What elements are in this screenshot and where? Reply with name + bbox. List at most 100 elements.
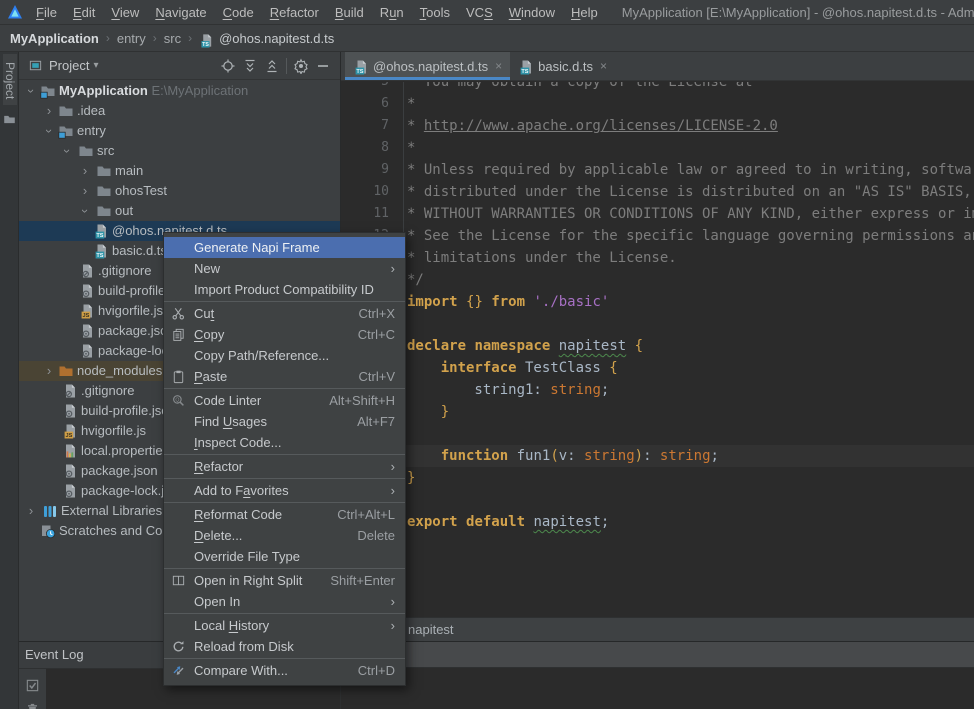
- context-menu: Generate Napi FrameNew›Import Product Co…: [163, 232, 406, 686]
- chevron-expanded-icon[interactable]: ›: [57, 144, 77, 158]
- menu-help[interactable]: Help: [563, 3, 606, 22]
- shortcut-hint: Alt+F7: [357, 411, 395, 432]
- close-icon[interactable]: ×: [600, 59, 607, 73]
- context-item-new[interactable]: New›: [164, 258, 405, 279]
- mark-read-button[interactable]: [25, 678, 40, 693]
- context-item-reload-from-disk[interactable]: Reload from Disk: [164, 636, 405, 657]
- module-folder-icon: [58, 123, 74, 139]
- menu-file[interactable]: File: [28, 3, 65, 22]
- close-icon[interactable]: ×: [495, 59, 502, 73]
- editor-body[interactable]: 5* You may obtain a copy of the License …: [341, 82, 974, 617]
- menu-navigate[interactable]: Navigate: [147, 3, 214, 22]
- breadcrumb-item-src[interactable]: src: [164, 31, 181, 46]
- shortcut-hint: Ctrl+V: [359, 366, 395, 387]
- tab-basic-d-ts[interactable]: TSbasic.d.ts×: [510, 52, 615, 80]
- editor-breadcrumb-item[interactable]: napitest: [408, 622, 454, 637]
- code-text: *: [407, 137, 415, 159]
- menu-run[interactable]: Run: [372, 3, 412, 22]
- chevron-expanded-icon[interactable]: ›: [39, 124, 59, 138]
- locate-button[interactable]: [217, 55, 239, 77]
- menu-build[interactable]: Build: [327, 3, 372, 22]
- breadcrumb: MyApplication›entry›src›TS@ohos.napitest…: [0, 25, 974, 52]
- ts-file-icon: TS: [199, 33, 214, 48]
- breadcrumb-item-entry[interactable]: entry: [117, 31, 146, 46]
- context-item-local-history[interactable]: Local History›: [164, 615, 405, 636]
- context-item-override-file-type[interactable]: Override File Type: [164, 546, 405, 567]
- menu-code[interactable]: Code: [215, 3, 262, 22]
- breadcrumb-item-ohos-napitest-d-ts[interactable]: @ohos.napitest.d.ts: [219, 31, 334, 46]
- project-panel-title[interactable]: Project: [49, 58, 89, 73]
- context-item-reformat-code[interactable]: Reformat CodeCtrl+Alt+L: [164, 504, 405, 525]
- context-item-generate-napi-frame[interactable]: Generate Napi Frame: [164, 237, 405, 258]
- context-item-add-to-favorites[interactable]: Add to Favorites›: [164, 480, 405, 501]
- menu-refactor[interactable]: Refactor: [262, 3, 327, 22]
- menu-edit[interactable]: Edit: [65, 3, 103, 22]
- ts-file-icon: TS: [93, 243, 109, 259]
- menu-tools[interactable]: Tools: [412, 3, 458, 22]
- tree-item-label: main: [115, 161, 143, 181]
- context-item-import-product-compatibility-id[interactable]: Import Product Compatibility ID: [164, 279, 405, 300]
- collapse-all-button[interactable]: [261, 55, 283, 77]
- chevron-collapsed-icon[interactable]: ›: [42, 101, 56, 121]
- chevron-collapsed-icon[interactable]: ›: [24, 501, 38, 521]
- tree-item-label: node_modules: [77, 361, 162, 381]
- chevron-collapsed-icon[interactable]: ›: [42, 361, 56, 381]
- svg-text:Q: Q: [175, 397, 179, 403]
- empty-icon-slot: [171, 411, 187, 432]
- js-file-icon: JS: [62, 423, 78, 439]
- code-text: * distributed under the License is distr…: [407, 181, 972, 203]
- tree-item-idea[interactable]: › .idea: [19, 101, 340, 121]
- menu-vcs[interactable]: VCS: [458, 3, 501, 22]
- context-item-refactor[interactable]: Refactor›: [164, 456, 405, 477]
- context-item-paste[interactable]: PasteCtrl+V: [164, 366, 405, 387]
- chevron-expanded-icon[interactable]: ›: [21, 84, 41, 98]
- tree-item-out[interactable]: ›out: [19, 201, 340, 221]
- linter-icon: Q: [171, 390, 187, 411]
- settings-button[interactable]: [290, 55, 312, 77]
- menu-window[interactable]: Window: [501, 3, 563, 22]
- code-line-23: 23}: [341, 467, 974, 489]
- context-item-inspect-code[interactable]: Inspect Code...: [164, 432, 405, 453]
- menu-separator: [164, 301, 405, 302]
- context-item-copy[interactable]: CopyCtrl+C: [164, 324, 405, 345]
- window-title: MyApplication [E:\MyApplication] - @ohos…: [622, 5, 974, 20]
- tree-item-myapplication[interactable]: ›MyApplication E:\MyApplication: [19, 81, 340, 101]
- chevron-collapsed-icon[interactable]: ›: [78, 161, 92, 181]
- tree-item-ohostest[interactable]: ›ohosTest: [19, 181, 340, 201]
- line-number: 10: [341, 181, 389, 203]
- clear-button[interactable]: [25, 702, 40, 709]
- tree-item-label: basic.d.ts: [112, 241, 167, 261]
- menu-view[interactable]: View: [103, 3, 147, 22]
- expand-all-button[interactable]: [239, 55, 261, 77]
- tab-ohos-napitest-d-ts[interactable]: TS @ohos.napitest.d.ts ×: [345, 52, 510, 80]
- toolbar-separator: [286, 58, 287, 74]
- tab-label: @ohos.napitest.d.ts: [373, 59, 488, 74]
- stripe-folder-icon[interactable]: [3, 113, 16, 126]
- breadcrumb-item-myapplication[interactable]: MyApplication: [10, 31, 99, 46]
- svg-text:TS: TS: [356, 69, 363, 75]
- folder-icon: [96, 203, 112, 219]
- tree-item-label: package.json: [81, 461, 158, 481]
- tree-item-main[interactable]: › main: [19, 161, 340, 181]
- chevron-expanded-icon[interactable]: ›: [75, 204, 95, 218]
- context-item-copy-path-reference[interactable]: Copy Path/Reference...: [164, 345, 405, 366]
- line-number: 11: [341, 203, 389, 225]
- context-item-open-in[interactable]: Open In›: [164, 591, 405, 612]
- tree-item-src[interactable]: ›src: [19, 141, 340, 161]
- stripe-tab-project[interactable]: Project: [3, 54, 17, 105]
- hide-button[interactable]: [312, 55, 334, 77]
- context-item-find-usages[interactable]: Find UsagesAlt+F7: [164, 411, 405, 432]
- tree-item-label: .idea: [77, 101, 105, 121]
- code-text: }: [407, 401, 449, 423]
- code-line-25: 25export default napitest;: [341, 511, 974, 533]
- chevron-down-icon[interactable]: ▾: [93, 60, 98, 71]
- chevron-collapsed-icon[interactable]: ›: [78, 181, 92, 201]
- context-item-open-in-right-split[interactable]: Open in Right SplitShift+Enter: [164, 570, 405, 591]
- context-item-delete[interactable]: Delete...Delete: [164, 525, 405, 546]
- empty-icon-slot: [171, 345, 187, 366]
- context-item-code-linter[interactable]: QCode LinterAlt+Shift+H: [164, 390, 405, 411]
- tree-item-entry[interactable]: ›entry: [19, 121, 340, 141]
- context-item-cut[interactable]: CutCtrl+X: [164, 303, 405, 324]
- svg-text:TS: TS: [96, 253, 103, 259]
- context-item-compare-with[interactable]: Compare With...Ctrl+D: [164, 660, 405, 681]
